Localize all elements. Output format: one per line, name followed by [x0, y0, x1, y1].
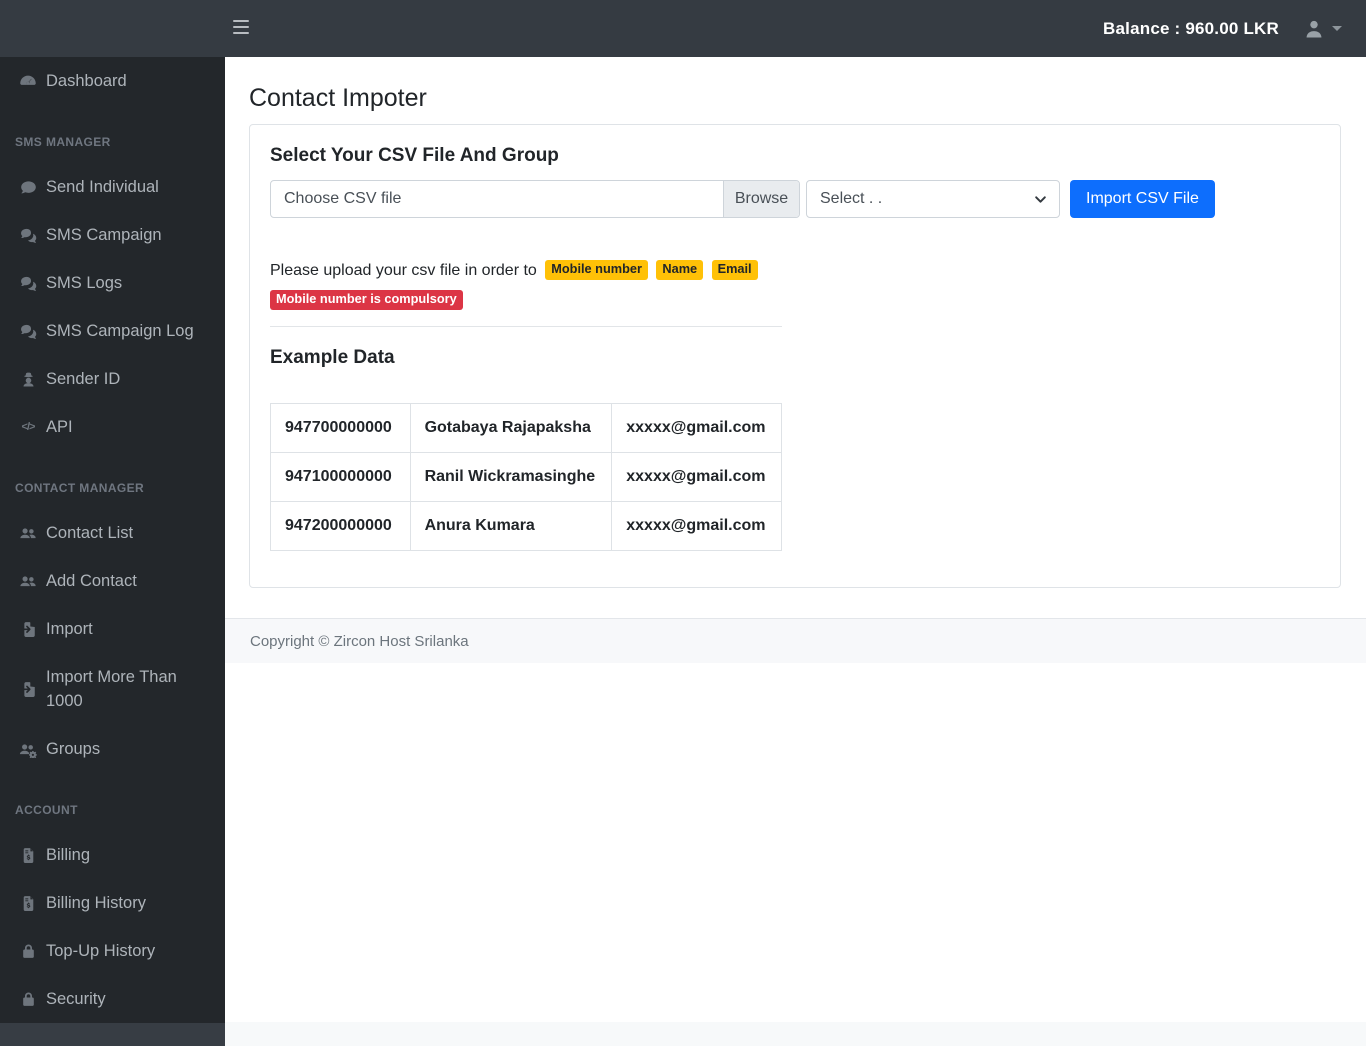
- sidebar: Dashboard SMS MANAGER Send Individual SM…: [0, 57, 225, 1046]
- upload-hint-text: Please upload your csv file in order to: [270, 262, 537, 279]
- group-select-value: Select . .: [820, 190, 883, 207]
- sidebar-item-label: API: [46, 418, 73, 436]
- import-csv-button[interactable]: Import CSV File: [1070, 180, 1215, 218]
- comments-icon: [16, 275, 40, 292]
- sidebar-toggle-icon[interactable]: [233, 20, 249, 34]
- code-icon: </>: [21, 421, 36, 433]
- sidebar-item-label: SMS Campaign Log: [46, 322, 194, 340]
- user-secret-icon: [16, 371, 40, 388]
- sidebar-item-label: SMS Logs: [46, 274, 123, 292]
- table-row: 947700000000 Gotabaya Rajapaksha xxxxx@g…: [270, 403, 782, 453]
- cell-email: xxxxx@gmail.com: [611, 403, 782, 453]
- example-data-title: Example Data: [270, 347, 395, 368]
- table-row: 947100000000 Ranil Wickramasinghe xxxxx@…: [270, 452, 782, 502]
- lock-icon: [16, 991, 40, 1008]
- balance-label: Balance : 960.00 LKR: [1103, 18, 1279, 38]
- file-invoice-dollar-icon: [16, 847, 40, 864]
- sidebar-menu: Dashboard SMS MANAGER Send Individual SM…: [0, 57, 225, 1023]
- import-card: Select Your CSV File And Group Choose CS…: [249, 124, 1341, 588]
- sidebar-item-label: Contact List: [46, 524, 134, 542]
- sidebar-item-security[interactable]: Security: [0, 975, 225, 1023]
- browse-button[interactable]: Browse: [723, 181, 799, 217]
- sidebar-item-label: Import: [46, 620, 93, 638]
- lock-icon: [16, 943, 40, 960]
- sidebar-item-label: Security: [46, 990, 106, 1008]
- chevron-down-icon: [1035, 195, 1046, 203]
- sidebar-item-label: Send Individual: [46, 178, 159, 196]
- page-footer: Copyright © Zircon Host Srilanka: [225, 618, 1366, 663]
- sidebar-item-label: Groups: [46, 740, 101, 758]
- sidebar-item-sender-id[interactable]: Sender ID: [0, 355, 225, 403]
- users-gear-icon: [16, 740, 40, 758]
- sidebar-item-api[interactable]: </> API: [0, 403, 225, 451]
- card-title: Select Your CSV File And Group: [270, 145, 559, 166]
- page-title: Contact Impoter: [249, 84, 427, 112]
- group-select[interactable]: Select . .: [806, 180, 1060, 218]
- sidebar-item-top-up-history[interactable]: Top-Up History: [0, 927, 225, 975]
- sidebar-item-label: Billing: [46, 846, 91, 864]
- sidebar-item-dashboard[interactable]: Dashboard: [0, 57, 225, 105]
- comments-icon: [16, 323, 40, 340]
- comments-icon: [16, 227, 40, 244]
- sidebar-item-sms-campaign-log[interactable]: SMS Campaign Log: [0, 307, 225, 355]
- user-icon: [1303, 18, 1325, 40]
- cell-email: xxxxx@gmail.com: [611, 452, 782, 502]
- badge-mobile-number: Mobile number: [545, 260, 648, 280]
- sidebar-item-groups[interactable]: Groups: [0, 725, 225, 773]
- chevron-down-icon: [1332, 26, 1342, 31]
- table-row: 947200000000 Anura Kumara xxxxx@gmail.co…: [270, 501, 782, 551]
- content-area: Contact Impoter Select Your CSV File And…: [225, 57, 1366, 1046]
- top-navbar: Balance : 960.00 LKR: [0, 0, 1366, 57]
- sidebar-section-contact-manager: CONTACT MANAGER: [15, 481, 145, 495]
- cell-email: xxxxx@gmail.com: [611, 501, 782, 551]
- badge-name: Name: [656, 260, 704, 280]
- sidebar-item-send-individual[interactable]: Send Individual: [0, 163, 225, 211]
- badge-compulsory: Mobile number is compulsory: [270, 290, 463, 310]
- file-invoice-dollar-icon: [16, 895, 40, 912]
- file-import-icon: [16, 681, 40, 698]
- sidebar-item-label: Import More Than 1000: [46, 668, 177, 710]
- user-menu[interactable]: [1303, 18, 1342, 40]
- comment-icon: [16, 179, 40, 196]
- sidebar-item-label: SMS Campaign: [46, 226, 162, 244]
- cell-name: Anura Kumara: [409, 501, 613, 551]
- example-data-table: 947700000000 Gotabaya Rajapaksha xxxxx@g…: [270, 403, 782, 551]
- sidebar-item-label: Add Contact: [46, 572, 137, 590]
- cell-phone: 947200000000: [270, 501, 411, 551]
- sidebar-item-import[interactable]: Import: [0, 605, 225, 653]
- sidebar-section-sms-manager: SMS MANAGER: [15, 135, 111, 149]
- sidebar-item-billing-history[interactable]: Billing History: [0, 879, 225, 927]
- users-icon: [16, 572, 40, 590]
- cell-name: Gotabaya Rajapaksha: [409, 403, 613, 453]
- csv-file-input-label: Choose CSV file: [284, 190, 402, 207]
- csv-file-input[interactable]: Choose CSV file Browse: [270, 180, 800, 218]
- cell-phone: 947100000000: [270, 452, 411, 502]
- divider: [270, 326, 782, 327]
- sidebar-item-label: Billing History: [46, 894, 146, 912]
- copyright-text: Copyright © Zircon Host Srilanka: [250, 632, 469, 650]
- cell-phone: 947700000000: [270, 403, 411, 453]
- gauge-icon: [16, 72, 40, 90]
- sidebar-item-import-more-than-1000[interactable]: Import More Than 1000: [0, 653, 225, 725]
- sidebar-item-label: Top-Up History: [46, 942, 156, 960]
- sidebar-item-contact-list[interactable]: Contact List: [0, 509, 225, 557]
- sidebar-item-billing[interactable]: Billing: [0, 831, 225, 879]
- sidebar-item-add-contact[interactable]: Add Contact: [0, 557, 225, 605]
- sidebar-item-sms-logs[interactable]: SMS Logs: [0, 259, 225, 307]
- sidebar-section-account: ACCOUNT: [15, 803, 78, 817]
- sidebar-item-label: Sender ID: [46, 370, 121, 388]
- users-icon: [16, 524, 40, 542]
- cell-name: Ranil Wickramasinghe: [409, 452, 613, 502]
- bottom-strip: [225, 1022, 1366, 1046]
- sidebar-item-sms-campaign[interactable]: SMS Campaign: [0, 211, 225, 259]
- badge-email: Email: [711, 260, 758, 280]
- sidebar-item-label: Dashboard: [46, 72, 127, 90]
- file-import-icon: [16, 621, 40, 638]
